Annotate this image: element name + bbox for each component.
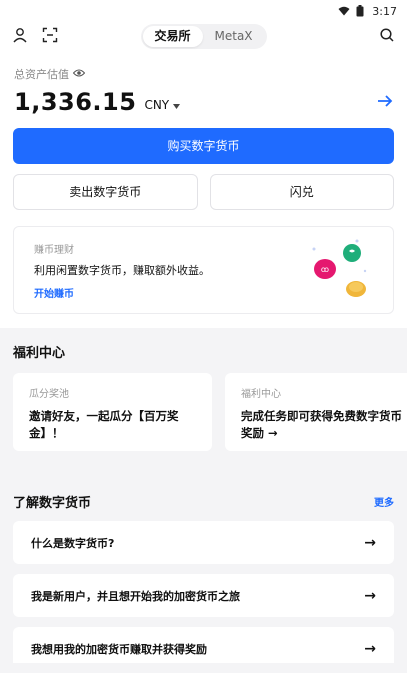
eye-icon[interactable] [72, 68, 86, 81]
arrow-right-icon[interactable] [377, 93, 393, 112]
swap-button[interactable]: 闪兑 [209, 174, 394, 210]
welfare-card-tag: 瓜分奖池 [29, 389, 69, 400]
svg-text:ꝏ: ꝏ [321, 265, 329, 274]
status-time: 3:17 [372, 4, 397, 18]
arrow-right-icon: → [364, 587, 376, 604]
welfare-card-text: 邀请好友，一起瓜分【百万奖金】！ [29, 409, 179, 440]
arrow-right-icon: → [364, 534, 376, 551]
currency-selector[interactable]: CNY [144, 98, 181, 112]
welfare-card-invite[interactable]: 瓜分奖池 邀请好友，一起瓜分【百万奖金】！ [13, 373, 212, 451]
caret-down-icon [173, 98, 181, 112]
exchange-segment: 交易所 MetaX [140, 24, 267, 49]
learn-list: 什么是数字货币? → 我是新用户，并且想开始我的加密货币之旅 → 我想用我的加密… [0, 521, 407, 670]
tab-metax[interactable]: MetaX [203, 26, 265, 47]
welfare-title: 福利中心 [13, 346, 66, 361]
welfare-card-tasks[interactable]: 福利中心 完成任务即可获得免费数字货币奖励 → [225, 373, 407, 451]
list-item-label: 我是新用户，并且想开始我的加密货币之旅 [31, 589, 240, 603]
asset-label: 总资产估值 [14, 68, 69, 81]
list-item[interactable]: 我是新用户，并且想开始我的加密货币之旅 → [13, 574, 394, 617]
bottom-strip [0, 663, 407, 673]
buy-crypto-button[interactable]: 购买数字货币 [13, 128, 394, 164]
welfare-card-tag: 福利中心 [241, 389, 281, 400]
list-item-label: 什么是数字货币? [31, 536, 115, 550]
wifi-icon [338, 6, 350, 16]
learn-section: 了解数字货币 更多 什么是数字货币? → 我是新用户，并且想开始我的加密货币之旅… [0, 482, 407, 673]
battery-icon [356, 5, 364, 17]
coins-illustration-icon: ꝏ [312, 239, 367, 297]
asset-value: 1,336.15 [14, 88, 137, 116]
scan-icon[interactable] [42, 27, 58, 47]
more-link[interactable]: 更多 [374, 494, 394, 509]
tab-exchange[interactable]: 交易所 [142, 26, 203, 47]
sell-crypto-button[interactable]: 卖出数字货币 [13, 174, 198, 210]
top-nav: 交易所 MetaX [0, 22, 407, 52]
earn-card[interactable]: 赚币理财 利用闲置数字货币，赚取额外收益。 开始赚币 ꝏ [13, 226, 394, 314]
search-icon[interactable] [379, 28, 395, 47]
status-bar: 3:17 [0, 0, 407, 22]
learn-title: 了解数字货币 [13, 496, 92, 511]
currency-label: CNY [144, 98, 170, 112]
welfare-card-text: 完成任务即可获得免费数字货币奖励 → [241, 409, 402, 440]
arrow-right-icon: → [364, 640, 376, 657]
welfare-section: 福利中心 瓜分奖池 邀请好友，一起瓜分【百万奖金】！ 福利中心 完成任务即可获得… [0, 328, 407, 482]
asset-summary: 总资产估值 1,336.15 CNY [0, 66, 407, 116]
list-item[interactable]: 什么是数字货币? → [13, 521, 394, 564]
list-item-label: 我想用我的加密货币赚取并获得奖励 [31, 642, 207, 656]
profile-icon[interactable] [12, 27, 28, 47]
